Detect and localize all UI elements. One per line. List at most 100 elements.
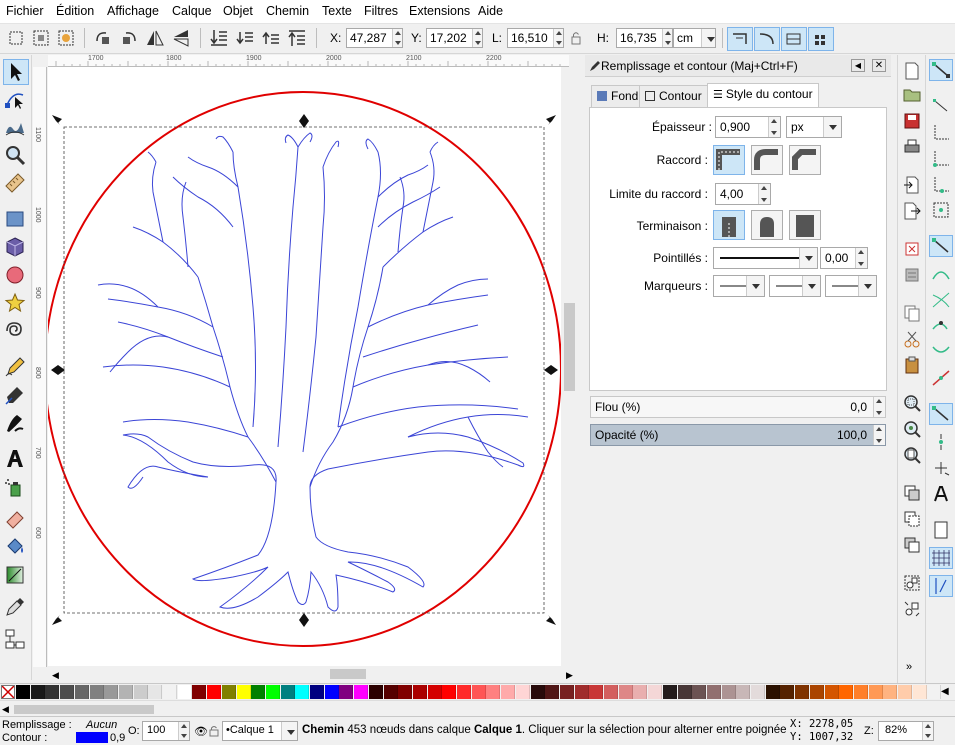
ellipse-tool[interactable] (3, 263, 29, 289)
marker-mid-select[interactable] (769, 275, 821, 297)
dialog-titlebar[interactable]: Remplissage et contour (Maj+Ctrl+F) ◀ ✕ (585, 55, 891, 77)
measure-tool[interactable] (3, 171, 29, 197)
snap-toggle[interactable] (929, 59, 953, 81)
snap-text-baseline-icon[interactable] (929, 483, 953, 505)
color-swatch[interactable] (839, 685, 854, 699)
color-swatch[interactable] (295, 685, 310, 699)
dash-offset-field[interactable]: 0,00 (820, 247, 868, 269)
color-swatch[interactable] (486, 685, 501, 699)
spin-arrows-icon[interactable] (472, 29, 482, 47)
color-swatch[interactable] (883, 685, 898, 699)
menu-affichage[interactable]: Affichage (107, 4, 159, 18)
color-swatch[interactable] (221, 685, 236, 699)
color-swatch[interactable] (177, 685, 192, 699)
spiral-tool[interactable] (3, 319, 29, 345)
color-swatch[interactable] (398, 685, 413, 699)
opacity-indicator-field[interactable]: 100 (142, 721, 190, 741)
color-swatch[interactable] (324, 685, 339, 699)
handle-top-left[interactable] (52, 115, 62, 125)
stroke-color-swatch[interactable] (76, 732, 108, 743)
color-swatch[interactable] (192, 685, 207, 699)
snap-guides-toggle[interactable] (929, 575, 953, 597)
color-swatch[interactable] (457, 685, 471, 699)
more-commands-icon[interactable]: » (906, 661, 912, 673)
menu-objet[interactable]: Objet (223, 4, 253, 18)
color-swatch[interactable] (559, 685, 574, 699)
color-swatch[interactable] (30, 685, 45, 699)
color-swatch[interactable] (530, 685, 545, 699)
color-swatch[interactable] (133, 685, 148, 699)
lock-ratio-icon[interactable] (568, 30, 584, 46)
color-swatch[interactable] (354, 685, 369, 699)
color-swatch[interactable] (515, 685, 530, 699)
color-swatch[interactable] (692, 685, 707, 699)
rectangle-tool[interactable] (3, 207, 29, 233)
handle-left[interactable] (51, 365, 65, 375)
zoom-selection-icon[interactable] (902, 393, 922, 413)
stroke-width-field[interactable]: 0,900 (715, 116, 781, 138)
pencil-tool[interactable] (3, 355, 29, 381)
drawing-canvas[interactable] (48, 67, 561, 666)
horizontal-ruler[interactable]: 1700 1800 1900 2000 2100 2200 (48, 55, 569, 67)
snap-bbox-corner-icon[interactable] (929, 147, 953, 169)
connector-tool[interactable] (3, 627, 29, 653)
snap-intersection-icon[interactable] (929, 289, 953, 311)
color-swatch[interactable] (662, 685, 677, 699)
snap-bbox-edge-icon[interactable] (929, 121, 953, 143)
menu-calque[interactable]: Calque (172, 4, 212, 18)
handle-top[interactable] (299, 114, 309, 128)
color-swatch[interactable] (912, 685, 927, 699)
marker-end-select[interactable] (825, 275, 877, 297)
color-swatch[interactable] (251, 685, 266, 699)
tree-path[interactable] (97, 132, 529, 612)
horizontal-scroll-thumb[interactable] (330, 669, 366, 679)
join-bevel-button[interactable] (789, 145, 821, 175)
marker-start-select[interactable] (713, 275, 765, 297)
color-swatch[interactable] (310, 685, 324, 699)
color-swatch[interactable] (501, 685, 516, 699)
color-swatch[interactable] (604, 685, 618, 699)
deselect-icon[interactable] (55, 27, 77, 49)
height-field[interactable]: 16,735 (616, 28, 673, 48)
tab-fill[interactable]: Fond (591, 85, 645, 107)
menu-edition[interactable]: Édition (56, 4, 94, 18)
color-swatch[interactable] (368, 685, 383, 699)
flip-vertical-icon[interactable] (170, 27, 192, 49)
handle-right[interactable] (544, 365, 558, 375)
layer-visibility-icon[interactable]: 👁 (194, 725, 208, 738)
transform-corners-toggle[interactable] (754, 27, 780, 51)
export-icon[interactable] (902, 201, 922, 221)
color-swatch[interactable] (868, 685, 883, 699)
cut-icon[interactable] (902, 329, 922, 349)
horizontal-scrollbar[interactable]: ◀ ▶ (48, 666, 578, 682)
spin-arrows-icon[interactable] (873, 425, 885, 445)
handle-bottom-right[interactable] (546, 615, 556, 625)
snap-grid-toggle[interactable] (929, 547, 953, 569)
close-icon[interactable]: ✕ (872, 59, 886, 72)
dropper-tool[interactable] (3, 595, 29, 621)
ungroup-icon[interactable] (902, 599, 922, 619)
vertical-ruler[interactable]: 1100 1000 900 800 700 600 (33, 67, 47, 667)
rotate-ccw-icon[interactable] (92, 27, 114, 49)
spray-tool[interactable] (3, 475, 29, 501)
color-swatch[interactable] (265, 685, 280, 699)
color-swatch[interactable] (89, 685, 104, 699)
snap-cusp-icon[interactable] (929, 315, 953, 337)
color-swatch[interactable] (927, 685, 942, 699)
handle-bottom[interactable] (299, 613, 309, 627)
spin-arrows-icon[interactable] (392, 29, 402, 47)
spin-arrows-icon[interactable] (855, 248, 867, 268)
red-circle[interactable] (48, 91, 561, 647)
zoom-page-icon[interactable] (902, 445, 922, 465)
unlink-clone-icon[interactable] (902, 535, 922, 555)
tab-stroke-style[interactable]: ☰ Style du contour (707, 83, 819, 108)
y-field[interactable]: 17,202 (426, 28, 483, 48)
color-swatch[interactable] (853, 685, 868, 699)
selector-tool[interactable] (3, 59, 29, 85)
menu-extensions[interactable]: Extensions (409, 4, 470, 18)
selection-handles[interactable] (51, 114, 558, 627)
spin-arrows-icon[interactable] (922, 722, 933, 740)
dash-pattern-select[interactable] (713, 247, 818, 269)
copy-icon[interactable] (902, 303, 922, 323)
raise-to-top-icon[interactable] (286, 27, 308, 49)
